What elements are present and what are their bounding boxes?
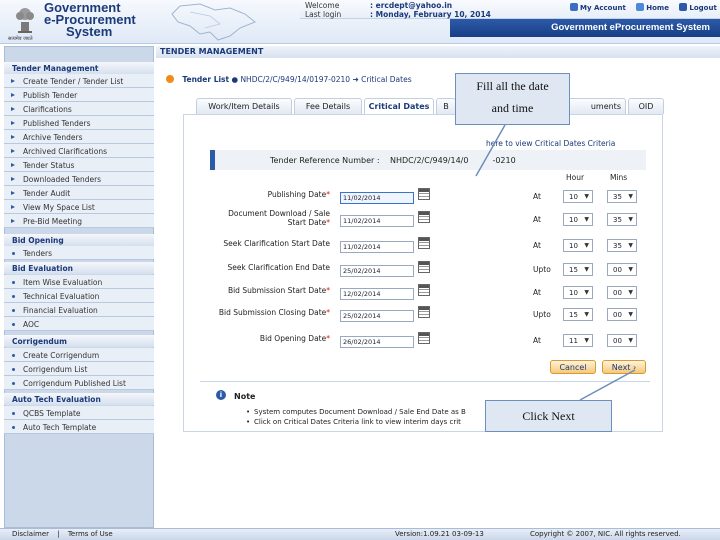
footer-links: Disclaimer | Terms of Use <box>12 530 113 538</box>
callout-arrow-date <box>475 124 506 177</box>
terms-link[interactable]: Terms of Use <box>68 530 113 538</box>
version-text: Version:1.09.21 03-09-13 <box>395 530 484 538</box>
callout-arrow-next <box>579 369 636 401</box>
footer-separator: | <box>57 530 60 538</box>
copyright-text: Copyright © 2007, NIC. All rights reserv… <box>530 530 681 538</box>
disclaimer-link[interactable]: Disclaimer <box>12 530 49 538</box>
callout-click-next: Click Next <box>485 400 612 432</box>
callout-fill-dates: Fill all the date and time <box>455 73 570 125</box>
callout-arrows <box>475 124 636 401</box>
